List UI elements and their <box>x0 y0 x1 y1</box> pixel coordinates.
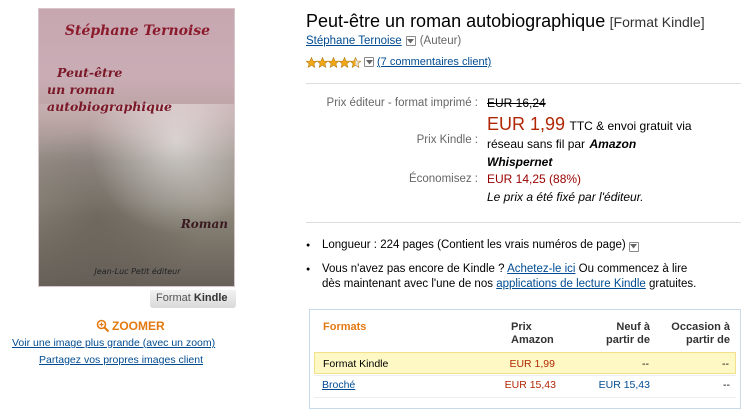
row-format-link[interactable]: Broché <box>322 379 355 391</box>
format-tag-prefix: Format <box>156 292 191 304</box>
header-used-line-2: partir de <box>685 334 730 346</box>
savings-label: Économisez : <box>408 173 478 185</box>
rating-dropdown-button[interactable] <box>364 57 374 67</box>
kindle-note-whispernet: Whispernet <box>487 155 553 169</box>
zoom-label: ZOOMER <box>112 319 165 333</box>
length-label: Longueur : <box>322 239 377 251</box>
author-dropdown-button[interactable] <box>405 36 416 46</box>
format-tag-name: Kindle <box>193 292 228 304</box>
length-value: 224 pages <box>380 239 434 251</box>
table-row[interactable]: Format Kindle EUR 1,99 -- -- <box>314 352 736 374</box>
kindle-apps-link[interactable]: applications de lecture Kindle <box>496 278 646 290</box>
kindle-note-2: réseau sans fil par <box>487 137 586 151</box>
star-icon <box>317 56 328 68</box>
cover-author: Stéphane Ternoise <box>64 23 211 39</box>
header-price-line-1: Prix <box>511 321 532 333</box>
row-used: -- <box>723 379 730 391</box>
author-line: Stéphane Ternoise (Auteur) <box>306 35 461 47</box>
row-price: EUR 15,43 <box>504 379 556 391</box>
share-images-link[interactable]: Partagez vos propres images client <box>39 354 203 366</box>
header-used: Occasion à partir de <box>671 321 730 347</box>
formats-table: Formats Prix Amazon Neuf à partir de Occ… <box>309 309 741 409</box>
kindle-text-1: Vous n'avez pas encore de Kindle ? <box>322 263 505 275</box>
kindle-price: EUR 1,99 <box>487 114 566 134</box>
reviews-link[interactable]: (7 commentaires client) <box>377 56 491 68</box>
header-price-line-2: Amazon <box>511 334 554 346</box>
cover-publisher: Jean-Luc Petit éditeur <box>94 267 181 276</box>
author-link[interactable]: Stéphane Ternoise <box>306 35 402 47</box>
kindle-note-1: TTC & envoi gratuit via <box>569 119 692 133</box>
cover-title-line-1: Peut-être <box>57 65 123 80</box>
kindle-text-2: Ou commencez à lire <box>578 263 688 275</box>
star-icon <box>306 56 317 68</box>
list-item-length: Longueur : 224 pages (Contient les vrais… <box>306 238 746 253</box>
header-new: Neuf à partir de <box>606 321 650 347</box>
row-used: -- <box>722 358 729 370</box>
list-price-label: Prix éditeur - format imprimé : <box>326 97 478 109</box>
row-divider <box>314 397 736 398</box>
zoom-button[interactable]: ZOOMER <box>96 319 165 333</box>
length-note: (Contient les vrais numéros de page) <box>437 239 626 251</box>
star-icon <box>328 56 339 68</box>
header-price: Prix Amazon <box>511 321 554 347</box>
cover-genre: Roman <box>180 217 228 231</box>
product-title-line: Peut-être un roman autobiographique [For… <box>306 11 705 32</box>
rating-line: (7 commentaires client) <box>306 56 491 68</box>
length-dropdown-button[interactable] <box>628 241 639 252</box>
larger-image-link[interactable]: Voir une image plus grande (avec un zoom… <box>12 337 215 349</box>
list-item-kindle: Vous n'avez pas encore de Kindle ? Achet… <box>306 262 746 292</box>
list-price: EUR 16,24 <box>487 96 546 110</box>
chevron-down-icon <box>407 38 415 43</box>
row-price: EUR 1,99 <box>509 358 555 370</box>
row-format: Format Kindle <box>323 358 389 370</box>
divider <box>306 222 741 223</box>
kindle-price-block: EUR 1,99 TTC & envoi gratuit via réseau … <box>487 114 737 171</box>
star-rating[interactable] <box>306 56 361 68</box>
divider <box>306 83 741 84</box>
author-role: (Auteur) <box>419 35 462 47</box>
kindle-note-amazon: Amazon <box>589 137 637 151</box>
publisher-price-note: Le prix a été fixé par l'éditeur. <box>487 190 644 204</box>
row-new-link[interactable]: EUR 15,43 <box>599 379 650 391</box>
product-format: [Format Kindle] <box>609 14 705 30</box>
kindle-text-3: dès maintenant avec l'une de nos <box>322 278 493 290</box>
book-cover-image[interactable]: Stéphane Ternoise Peut-être un roman aut… <box>38 8 235 287</box>
header-formats: Formats <box>323 321 367 333</box>
kindle-text-4: gratuites. <box>649 278 697 290</box>
buy-kindle-link[interactable]: Achetez-le ici <box>507 263 575 275</box>
header-new-line-1: Neuf à <box>616 321 650 333</box>
header-used-line-1: Occasion à <box>671 321 730 333</box>
chevron-down-icon <box>630 244 638 249</box>
formats-table-header: Formats Prix Amazon Neuf à partir de Occ… <box>310 310 740 350</box>
cover-title: Peut-être un roman autobiographique <box>47 64 233 115</box>
kindle-price-label: Prix Kindle : <box>416 134 478 146</box>
table-row[interactable]: Broché EUR 15,43 EUR 15,43 -- <box>314 374 736 396</box>
row-new: -- <box>642 358 649 370</box>
product-title: Peut-être un roman autobiographique <box>306 11 606 31</box>
star-icon <box>350 56 361 68</box>
chevron-down-icon <box>365 59 373 64</box>
cover-landscape-photo <box>39 104 234 286</box>
star-icon <box>339 56 350 68</box>
format-kindle-tag: Format Kindle <box>150 290 236 308</box>
header-new-line-2: partir de <box>605 334 650 346</box>
magnifier-icon <box>96 319 110 333</box>
savings-value: EUR 14,25 (88%) <box>487 172 582 186</box>
cover-title-line-2: un roman autobiographique <box>47 82 172 114</box>
